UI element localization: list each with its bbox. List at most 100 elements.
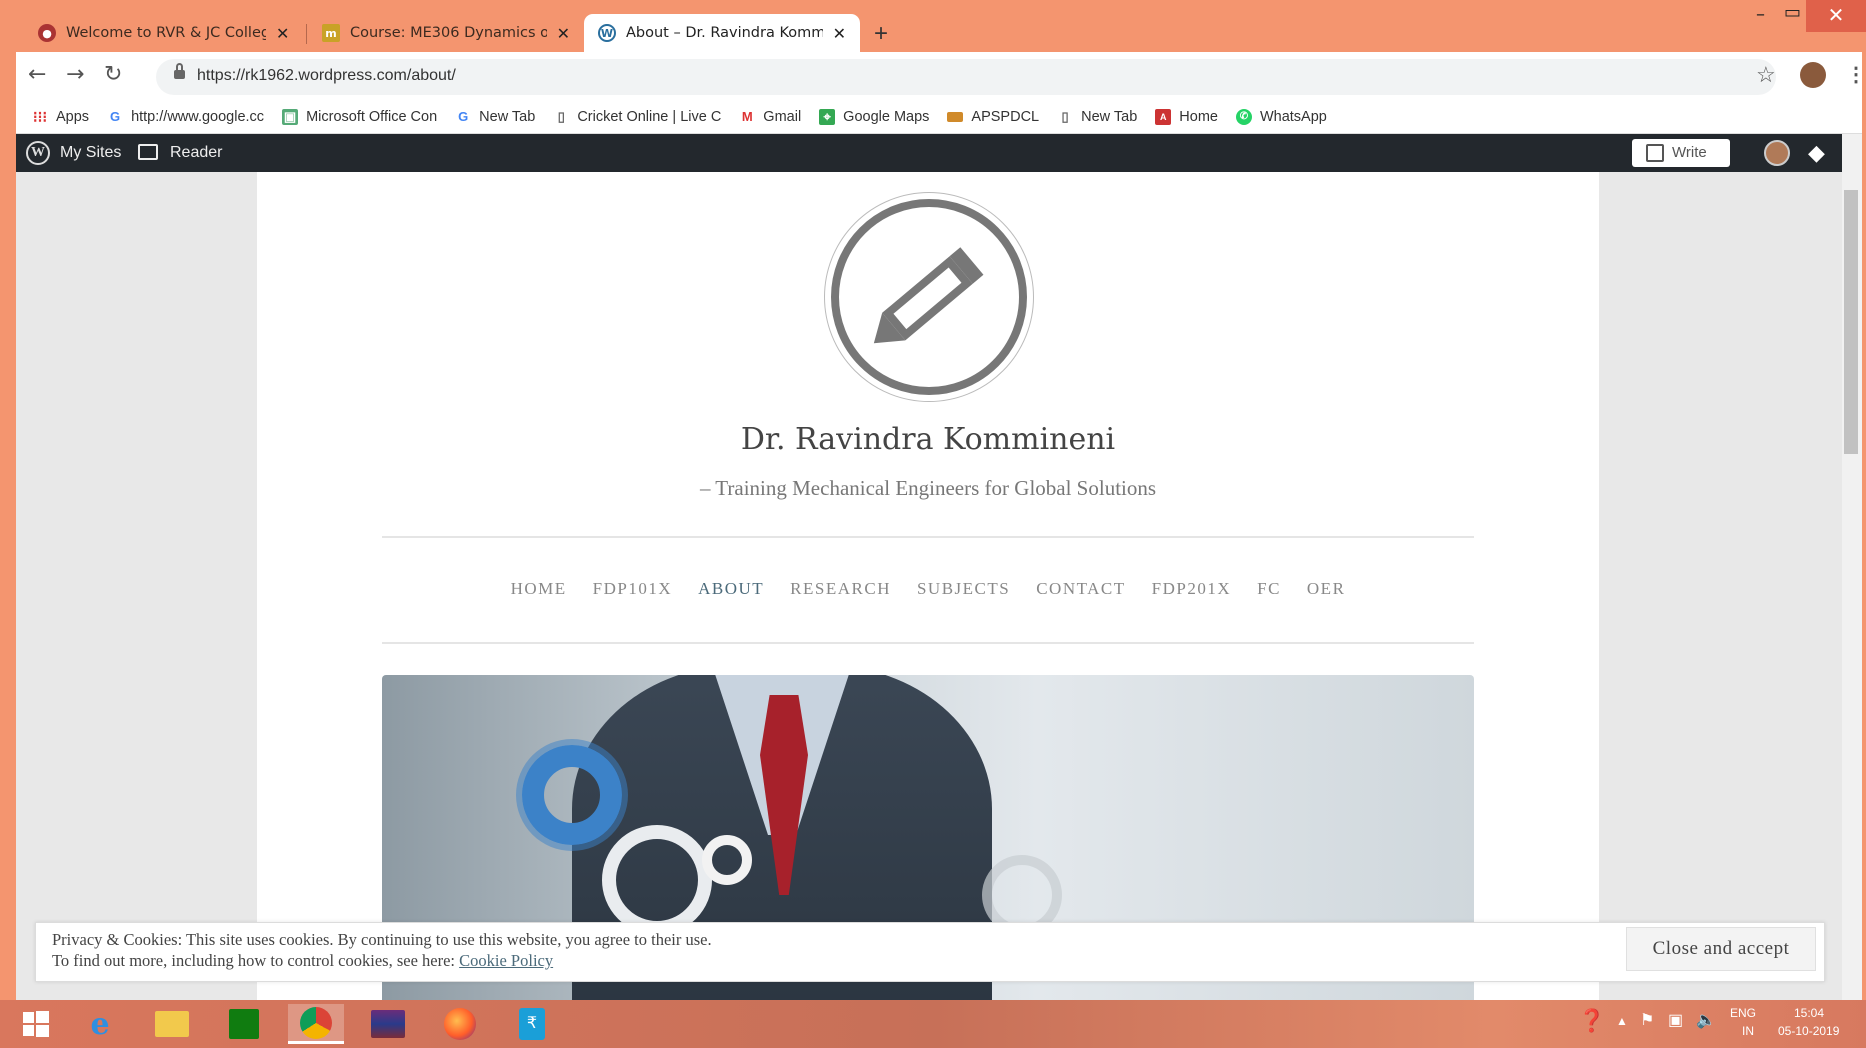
bookmark-label: New Tab bbox=[1081, 108, 1138, 125]
volume-icon[interactable]: 🔈 bbox=[1696, 1010, 1716, 1030]
cookie-banner: Privacy & Cookies: This site uses cookie… bbox=[35, 922, 1825, 982]
close-tab-icon[interactable]: ✕ bbox=[557, 24, 570, 43]
file-explorer-icon[interactable] bbox=[144, 1004, 200, 1044]
write-label: Write bbox=[1672, 144, 1707, 161]
nav-fdp201x[interactable]: FDP201X bbox=[1152, 579, 1231, 599]
nav-home[interactable]: HOME bbox=[511, 579, 567, 599]
scrollbar-thumb[interactable] bbox=[1844, 190, 1858, 454]
nav-oer[interactable]: OER bbox=[1307, 579, 1346, 599]
user-avatar[interactable] bbox=[1764, 140, 1790, 166]
start-button[interactable] bbox=[8, 1004, 64, 1044]
nav-contact[interactable]: CONTACT bbox=[1036, 579, 1125, 599]
maximize-button[interactable]: ▭ bbox=[1784, 2, 1801, 23]
minimize-button[interactable]: – bbox=[1756, 4, 1765, 25]
apspdcl-icon bbox=[947, 111, 964, 122]
internet-explorer-icon[interactable]: e bbox=[72, 1004, 128, 1044]
wordpress-logo-icon[interactable]: W bbox=[26, 141, 50, 165]
back-arrow-icon[interactable]: ← bbox=[28, 62, 46, 87]
whatsapp-icon: ✆ bbox=[1235, 108, 1252, 125]
pencil-icon bbox=[873, 247, 984, 344]
nav-subjects[interactable]: SUBJECTS bbox=[917, 579, 1010, 599]
clock-time[interactable]: 15:04 bbox=[1794, 1006, 1824, 1020]
tray-expand-icon[interactable]: ▲ bbox=[1616, 1014, 1628, 1028]
home-site-icon: A bbox=[1155, 108, 1172, 125]
reader-icon[interactable] bbox=[138, 144, 158, 160]
menu-kebab-icon[interactable]: ⋮ bbox=[1846, 62, 1866, 87]
forward-arrow-icon[interactable]: → bbox=[66, 62, 84, 87]
bookmark-new-tab-2[interactable]: ▯ New Tab bbox=[1057, 108, 1138, 125]
bookmark-label: Cricket Online | Live C bbox=[577, 108, 722, 125]
reader-link[interactable]: Reader bbox=[170, 144, 222, 162]
network-icon[interactable]: ▣ bbox=[1668, 1010, 1683, 1030]
firefox-icon[interactable] bbox=[432, 1004, 488, 1044]
bookmark-new-tab[interactable]: G New Tab bbox=[455, 109, 535, 125]
rupee-app-icon[interactable]: ₹ bbox=[504, 1004, 560, 1044]
wp-admin-bar: W My Sites Reader Write ◆ bbox=[16, 134, 1862, 172]
bookmark-label: WhatsApp bbox=[1259, 108, 1327, 125]
windows-logo-icon bbox=[23, 1011, 49, 1037]
nav-fdp101x[interactable]: FDP101X bbox=[593, 579, 672, 599]
nav-divider bbox=[382, 642, 1474, 644]
moodle-favicon-icon: m bbox=[322, 24, 340, 42]
logo-ring bbox=[831, 199, 1027, 395]
cookie-policy-link[interactable]: Cookie Policy bbox=[459, 951, 553, 970]
bookmark-label: Google Maps bbox=[843, 108, 930, 125]
store-icon[interactable] bbox=[216, 1004, 272, 1044]
tab-title: Welcome to RVR & JC College of bbox=[66, 25, 266, 41]
nav-fc[interactable]: FC bbox=[1257, 579, 1281, 599]
nav-research[interactable]: RESEARCH bbox=[790, 579, 891, 599]
close-tab-icon[interactable]: ✕ bbox=[833, 24, 846, 43]
new-tab-button[interactable]: + bbox=[874, 20, 888, 48]
google-icon: G bbox=[110, 109, 121, 124]
help-icon[interactable]: ❓ bbox=[1578, 1008, 1605, 1034]
tab-title: About – Dr. Ravindra Kommineni bbox=[626, 25, 823, 41]
language-label[interactable]: ENG bbox=[1730, 1006, 1756, 1020]
bookmark-apspdcl[interactable]: APSPDCL bbox=[947, 109, 1039, 125]
cookie-text: Privacy & Cookies: This site uses cookie… bbox=[52, 929, 712, 971]
winrar-icon[interactable] bbox=[360, 1004, 416, 1044]
window-close-button[interactable]: ✕ bbox=[1806, 0, 1866, 32]
cookie-line-2-text: To find out more, including how to contr… bbox=[52, 951, 460, 970]
lock-icon[interactable] bbox=[174, 63, 185, 79]
chrome-taskbar-icon[interactable] bbox=[288, 1004, 344, 1044]
tab-course-me306[interactable]: m Course: ME306 Dynamics of Mac ✕ bbox=[308, 14, 584, 52]
bookmarks-bar: ⁝⁝⁝ Apps Ghttp://www.google.cc ▣ Microsoft… bbox=[16, 100, 1862, 134]
profile-avatar[interactable] bbox=[1800, 62, 1826, 88]
bookmark-home[interactable]: A Home bbox=[1155, 108, 1218, 125]
tab-rvr-college[interactable]: ● Welcome to RVR & JC College of ✕ bbox=[24, 14, 304, 52]
site-title[interactable]: Dr. Ravindra Kommineni bbox=[257, 422, 1599, 457]
bookmark-cricket[interactable]: ▯ Cricket Online | Live C bbox=[553, 108, 722, 125]
bookmark-google[interactable]: Ghttp://www.google.cc bbox=[107, 109, 264, 125]
nav-about[interactable]: ABOUT bbox=[698, 579, 764, 599]
bookmark-label: New Tab bbox=[479, 108, 536, 125]
bookmark-gmail[interactable]: M Gmail bbox=[739, 109, 801, 125]
bookmark-apps[interactable]: ⁝⁝⁝ Apps bbox=[32, 108, 89, 126]
clock-date[interactable]: 05-10-2019 bbox=[1778, 1024, 1839, 1038]
action-center-flag-icon[interactable]: ⚑ bbox=[1640, 1010, 1654, 1030]
page-icon: ▯ bbox=[1061, 108, 1069, 124]
url-text[interactable]: https://rk1962.wordpress.com/about/ bbox=[197, 67, 456, 85]
cookie-line-1: Privacy & Cookies: This site uses cookie… bbox=[52, 930, 712, 949]
region-label[interactable]: IN bbox=[1742, 1024, 1754, 1038]
tab-about[interactable]: W About – Dr. Ravindra Kommineni ✕ bbox=[584, 14, 860, 52]
notifications-bell-icon[interactable]: ◆ bbox=[1808, 140, 1825, 166]
bookmark-whatsapp[interactable]: ✆ WhatsApp bbox=[1235, 108, 1327, 125]
close-and-accept-button[interactable]: Close and accept bbox=[1626, 927, 1816, 971]
reload-icon[interactable]: ↻ bbox=[104, 62, 122, 87]
tab-separator bbox=[306, 24, 307, 44]
site-logo[interactable] bbox=[824, 192, 1034, 402]
tab-title: Course: ME306 Dynamics of Mac bbox=[350, 25, 547, 41]
bookmark-label: APSPDCL bbox=[971, 108, 1040, 125]
bookmark-label: Home bbox=[1179, 108, 1218, 125]
bookmark-star-icon[interactable]: ☆ bbox=[1756, 62, 1776, 88]
write-plus-icon bbox=[1646, 144, 1664, 162]
write-button[interactable]: Write bbox=[1632, 139, 1730, 167]
close-tab-icon[interactable]: ✕ bbox=[276, 24, 289, 43]
my-sites-link[interactable]: My Sites bbox=[60, 144, 121, 162]
apps-grid-icon: ⁝⁝⁝ bbox=[32, 108, 48, 126]
blue-gear-icon bbox=[522, 745, 622, 845]
bookmark-maps[interactable]: ⌖ Google Maps bbox=[819, 108, 930, 125]
page-icon: ▯ bbox=[557, 108, 565, 124]
cookie-line-2: To find out more, including how to contr… bbox=[52, 950, 712, 971]
bookmark-office[interactable]: ▣ Microsoft Office Con bbox=[282, 108, 437, 125]
